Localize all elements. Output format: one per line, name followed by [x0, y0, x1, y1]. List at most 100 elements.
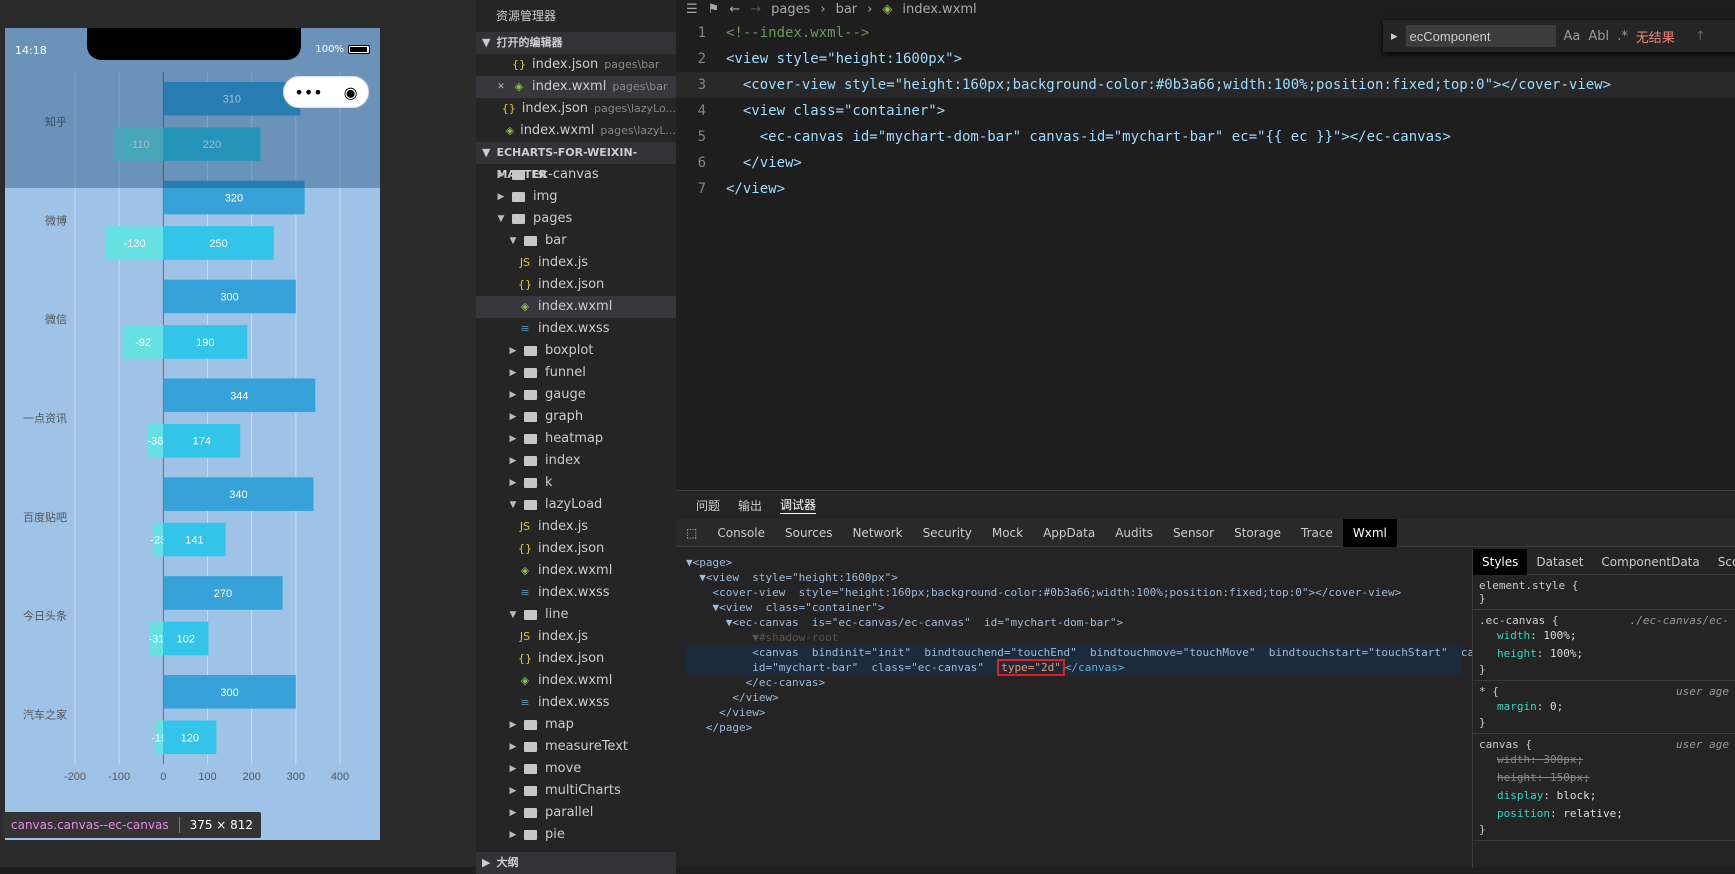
- tab-console[interactable]: Console: [707, 526, 775, 540]
- tree-item[interactable]: {} index.json: [476, 274, 676, 296]
- style-property[interactable]: height: 150px;: [1479, 769, 1729, 787]
- forward-arrow-icon[interactable]: →: [750, 2, 761, 17]
- breadcrumb-item[interactable]: index.wxml: [902, 2, 976, 17]
- menu-icon[interactable]: ☰: [686, 2, 698, 17]
- tree-item[interactable]: ▶ multiCharts: [476, 780, 676, 802]
- tab-mock[interactable]: Mock: [982, 526, 1033, 540]
- tab-scope[interactable]: Scop: [1709, 555, 1735, 569]
- tree-item[interactable]: ▼ lazyLoad: [476, 494, 676, 516]
- style-property[interactable]: height: 100%;: [1479, 645, 1729, 663]
- tree-item[interactable]: ▶ funnel: [476, 362, 676, 384]
- more-icon[interactable]: •••: [294, 83, 322, 102]
- tree-item[interactable]: ▶ parallel: [476, 802, 676, 824]
- tree-item[interactable]: ◈ index.wxml: [476, 670, 676, 692]
- tab-output[interactable]: 输出: [738, 497, 762, 514]
- tree-item[interactable]: ▶ heatmap: [476, 428, 676, 450]
- style-property[interactable]: position: relative;: [1479, 805, 1729, 823]
- tree-item-label: graph: [545, 409, 584, 424]
- tree-item[interactable]: ≡ index.wxss: [476, 318, 676, 340]
- bookmark-icon[interactable]: ⚑: [708, 2, 720, 17]
- tree-item[interactable]: ≡ index.wxss: [476, 692, 676, 714]
- dom-node-line[interactable]: ▼<view class="container">: [686, 600, 1462, 615]
- inspect-icon[interactable]: ⬚: [676, 526, 707, 540]
- tree-item[interactable]: JS index.js: [476, 626, 676, 648]
- dom-node-line[interactable]: ▼<ec-canvas is="ec-canvas/ec-canvas" id=…: [686, 615, 1462, 630]
- dom-node-line[interactable]: id="mychart-bar" class="ec-canvas" type=…: [686, 659, 1462, 676]
- style-property[interactable]: width: 300px;: [1479, 751, 1729, 769]
- tab-sources[interactable]: Sources: [775, 526, 842, 540]
- tab-trace[interactable]: Trace: [1291, 526, 1343, 540]
- tree-item[interactable]: ▶ measureText: [476, 736, 676, 758]
- tab-sensor[interactable]: Sensor: [1163, 526, 1224, 540]
- open-editor-item[interactable]: {} index.json pages\bar: [476, 54, 676, 76]
- tab-appdata[interactable]: AppData: [1033, 526, 1105, 540]
- rule-source[interactable]: user age: [1676, 685, 1729, 698]
- open-editor-item[interactable]: {} index.json pages\lazyLo...: [476, 98, 676, 120]
- dom-node-line[interactable]: </view>: [686, 690, 1462, 705]
- tab-wxml[interactable]: Wxml: [1342, 518, 1397, 547]
- tree-item[interactable]: ▶ boxplot: [476, 340, 676, 362]
- tree-item[interactable]: JS index.js: [476, 516, 676, 538]
- tab-componentdata[interactable]: ComponentData: [1592, 555, 1708, 569]
- breadcrumb-item[interactable]: pages: [771, 2, 810, 17]
- tab-debugger[interactable]: 调试器: [780, 496, 817, 514]
- dom-node-line[interactable]: ▼#shadow-root: [686, 630, 1462, 645]
- style-property[interactable]: width: 100%;: [1479, 627, 1729, 645]
- breadcrumb-item[interactable]: bar: [836, 2, 858, 17]
- tree-item[interactable]: ◈ index.wxml: [476, 296, 676, 318]
- whole-word-toggle[interactable]: Abl: [1588, 29, 1609, 44]
- back-arrow-icon[interactable]: ←: [729, 2, 740, 17]
- close-icon[interactable]: ◉: [344, 83, 358, 102]
- tree-item[interactable]: ▼ line: [476, 604, 676, 626]
- tree-item[interactable]: ▶ img: [476, 186, 676, 208]
- match-case-toggle[interactable]: Aa: [1564, 29, 1581, 44]
- dom-node-line[interactable]: ▼<view style="height:1600px">: [686, 570, 1462, 585]
- tree-item[interactable]: ◈ index.wxml: [476, 560, 676, 582]
- dom-node-line[interactable]: ▼<page>: [686, 555, 1462, 570]
- tree-item[interactable]: ≡ index.wxss: [476, 582, 676, 604]
- tree-item[interactable]: JS index.js: [476, 252, 676, 274]
- dom-node-line[interactable]: </ec-canvas>: [686, 675, 1462, 690]
- folder-icon: [512, 214, 525, 224]
- tree-item[interactable]: ▶ move: [476, 758, 676, 780]
- dom-node-line[interactable]: <canvas bindinit="init" bindtouchend="to…: [686, 645, 1472, 660]
- tree-item[interactable]: ▶ pie: [476, 824, 676, 846]
- outline-header[interactable]: ▶ 大纲: [476, 852, 676, 874]
- tree-item[interactable]: ▶ gauge: [476, 384, 676, 406]
- tab-network[interactable]: Network: [842, 526, 912, 540]
- chevron-right-icon[interactable]: ▸: [1391, 29, 1398, 44]
- wxml-dom-tree[interactable]: ▼<page> ▼<view style="height:1600px"> <c…: [676, 549, 1472, 868]
- rule-source[interactable]: user age: [1676, 738, 1729, 751]
- project-header[interactable]: ▼ ECHARTS-FOR-WEIXIN-MASTER: [476, 142, 676, 181]
- tab-styles[interactable]: Styles: [1473, 548, 1528, 575]
- tree-item[interactable]: ▶ ec-canvas: [476, 164, 676, 186]
- x-tick-label: 100: [198, 771, 216, 783]
- tree-item[interactable]: ▼ bar: [476, 230, 676, 252]
- tree-item[interactable]: ▼ pages: [476, 208, 676, 230]
- tree-item[interactable]: {} index.json: [476, 648, 676, 670]
- dom-node-line[interactable]: </view>: [686, 705, 1462, 720]
- tree-item[interactable]: ▶ map: [476, 714, 676, 736]
- arrow-up-icon[interactable]: ↑: [1695, 29, 1706, 44]
- dom-node-line[interactable]: <cover-view style="height:160px;backgrou…: [686, 585, 1462, 600]
- open-editor-item[interactable]: ✕ ◈ index.wxml pages\bar: [476, 76, 676, 98]
- tree-item[interactable]: ▶ index: [476, 450, 676, 472]
- dom-node-line[interactable]: </page>: [686, 720, 1462, 735]
- rule-source[interactable]: ./ec-canvas/ec-: [1630, 614, 1729, 627]
- tab-audits[interactable]: Audits: [1105, 526, 1163, 540]
- tree-item[interactable]: {} index.json: [476, 538, 676, 560]
- tab-storage[interactable]: Storage: [1224, 526, 1291, 540]
- tab-dataset[interactable]: Dataset: [1527, 555, 1592, 569]
- close-icon[interactable]: ✕: [494, 76, 508, 98]
- find-input[interactable]: [1405, 25, 1556, 47]
- phone-screen[interactable]: -200 -100 0 100 200 300 400 知乎 310 -110 220 微博 320 -1…: [5, 28, 380, 840]
- style-property[interactable]: margin: 0;: [1479, 698, 1729, 716]
- tab-security[interactable]: Security: [913, 526, 982, 540]
- tree-item[interactable]: ▶ graph: [476, 406, 676, 428]
- tab-problems[interactable]: 问题: [696, 497, 720, 514]
- style-property[interactable]: display: block;: [1479, 787, 1729, 805]
- open-editor-item[interactable]: ◈ index.wxml pages\lazyL...: [476, 120, 676, 142]
- tree-item[interactable]: ▶ k: [476, 472, 676, 494]
- open-editors-header[interactable]: ▼ 打开的编辑器: [476, 32, 676, 54]
- regex-toggle[interactable]: .*: [1617, 29, 1628, 44]
